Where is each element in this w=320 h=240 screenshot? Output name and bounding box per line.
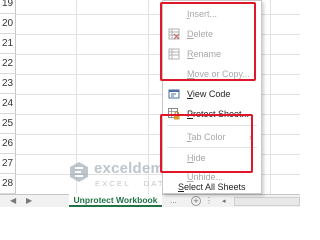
row-header[interactable]: 26 — [0, 134, 16, 154]
column-divider — [270, 0, 271, 194]
triangle-left-icon[interactable]: ◀ — [10, 195, 16, 207]
label-rest: elect All Sheets — [184, 182, 246, 192]
row-header[interactable]: 23 — [0, 74, 16, 94]
highlight-box-bottom — [160, 114, 253, 173]
exceldemy-logo-icon — [70, 162, 88, 182]
row-header[interactable]: 28 — [0, 174, 16, 194]
row-headers: 19 20 21 22 23 24 25 26 27 28 29 — [0, 0, 16, 194]
highlight-box-top — [160, 2, 256, 81]
scroll-left-icon[interactable]: ◂ — [222, 197, 232, 206]
row-header[interactable]: 25 — [0, 114, 16, 134]
row-header[interactable]: 21 — [0, 34, 16, 54]
triangle-right-icon[interactable]: ▶ — [26, 195, 32, 207]
row-header[interactable]: 19 — [0, 0, 16, 14]
row-header[interactable]: 27 — [0, 154, 16, 174]
excel-window: 19 20 21 22 23 24 25 26 27 28 29 excelde… — [0, 0, 300, 207]
horizontal-scrollbar[interactable] — [234, 197, 300, 206]
menu-item-label: Select All Sheets — [178, 177, 246, 197]
menu-item-label: View Code — [187, 84, 230, 104]
view-code-icon — [168, 89, 180, 99]
row-header[interactable]: 22 — [0, 54, 16, 74]
row-header[interactable]: 20 — [0, 14, 16, 34]
sheet-tab-unprotect-workbook[interactable]: Unprotect Workbook — [69, 194, 162, 207]
row-header[interactable]: 24 — [0, 94, 16, 114]
add-sheet-button[interactable]: + — [191, 196, 201, 206]
menu-item-view-code[interactable]: View Code — [163, 84, 261, 104]
menu-item-select-all-sheets[interactable]: Select All Sheets — [163, 177, 261, 197]
label-rest: iew Code — [192, 89, 231, 99]
